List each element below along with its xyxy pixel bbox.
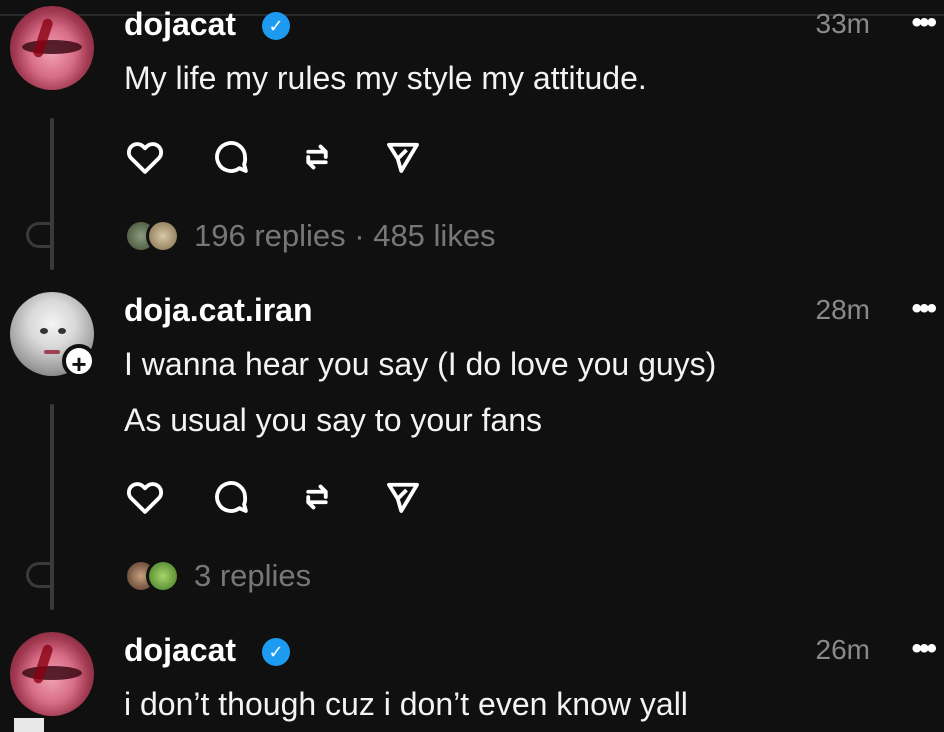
post-text-line: As usual you say to your fans [124, 402, 542, 438]
thread-curl [26, 562, 52, 588]
action-bar [124, 136, 424, 176]
thread-curl [26, 222, 52, 248]
post-text-line: My life my rules my style my attitude. [124, 60, 647, 96]
follow-plus-icon[interactable]: + [62, 344, 96, 379]
replier-avatar [146, 219, 180, 253]
comment-icon[interactable] [210, 136, 252, 178]
timestamp: 26m [815, 634, 870, 665]
heart-icon[interactable] [124, 136, 166, 178]
post-text-line: I wanna hear you say (I do love you guys… [124, 346, 717, 382]
repost-icon[interactable] [296, 136, 338, 178]
repost-icon[interactable] [296, 476, 338, 518]
username[interactable]: doja.cat.iran [124, 292, 313, 329]
engagement-count: 196 replies · 485 likes [194, 218, 496, 253]
post-text-line: i don’t though cuz i don’t even know yal… [124, 686, 688, 722]
replier-avatar [146, 559, 180, 593]
timestamp: 33m [815, 8, 870, 39]
avatar[interactable] [10, 6, 94, 90]
username[interactable]: dojacat [124, 6, 236, 43]
share-icon[interactable] [382, 136, 424, 178]
corner-artifact [14, 718, 44, 732]
engagement-count: 3 replies [194, 558, 312, 593]
share-icon[interactable] [382, 476, 424, 518]
username[interactable]: dojacat [124, 632, 236, 669]
more-options-icon[interactable]: ••• [911, 6, 936, 40]
more-options-icon[interactable]: ••• [911, 632, 936, 666]
heart-icon[interactable] [124, 476, 166, 518]
engagement-row[interactable]: 3 replies [124, 556, 311, 596]
engagement-row[interactable]: 196 replies · 485 likes [124, 216, 496, 256]
avatar[interactable] [10, 632, 94, 716]
verified-badge-icon: ✓ [262, 638, 290, 666]
timestamp: 28m [815, 294, 870, 325]
comment-icon[interactable] [210, 476, 252, 518]
verified-badge-icon: ✓ [262, 12, 290, 40]
action-bar [124, 476, 424, 516]
more-options-icon[interactable]: ••• [911, 292, 936, 326]
